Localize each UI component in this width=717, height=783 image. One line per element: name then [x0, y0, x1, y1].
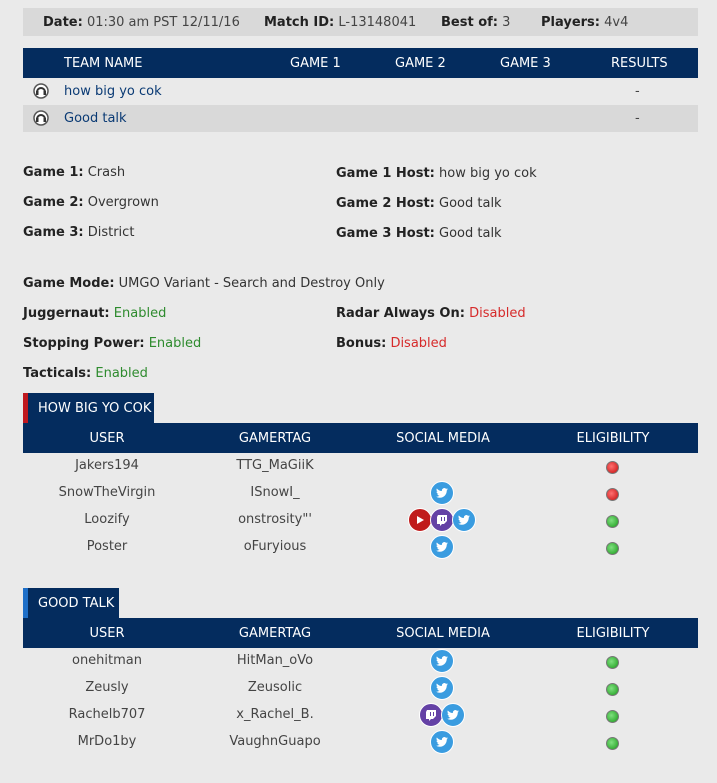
- player-social-links: [419, 703, 465, 727]
- player-row: SnowTheVirgin ISnowI_: [23, 480, 698, 507]
- player-social-links: [430, 535, 454, 559]
- game-1-host: Game 1 Host: how big yo cok: [336, 166, 537, 181]
- twitter-icon[interactable]: [430, 730, 454, 754]
- eligible-green-icon: [606, 683, 619, 696]
- eligible-green-icon: [606, 710, 619, 723]
- team-row: Good talk -: [23, 105, 698, 132]
- team2-tab[interactable]: GOOD TALK: [23, 588, 119, 618]
- player-gamertag: HitMan_oVo: [236, 653, 314, 668]
- player-gamertag: ISnowI_: [250, 485, 300, 500]
- player-gamertag: oFuryious: [243, 539, 307, 554]
- player-social-links: [430, 649, 454, 673]
- col-user: USER: [89, 431, 125, 446]
- match-players: Players: 4v4: [541, 15, 629, 30]
- game-3-host: Game 3 Host: Good talk: [336, 226, 502, 241]
- eligible-green-icon: [606, 542, 619, 555]
- player-user[interactable]: onehitman: [72, 653, 142, 668]
- col-user: USER: [89, 626, 125, 641]
- twitch-icon[interactable]: [430, 508, 454, 532]
- team1-title: HOW BIG YO COK: [38, 401, 152, 416]
- player-row: Rachelb707 x_Rachel_B.: [23, 702, 698, 729]
- player-row: onehitman HitMan_oVo: [23, 648, 698, 675]
- team2-tab-accent: [23, 588, 28, 618]
- team2-title: GOOD TALK: [38, 596, 115, 611]
- player-social-links: [430, 730, 454, 754]
- team1-roster-header: USER GAMERTAG SOCIAL MEDIA ELIGIBILITY: [23, 423, 698, 453]
- team-logo-icon: [33, 83, 49, 99]
- col-results: RESULTS: [611, 56, 668, 71]
- col-team-name: TEAM NAME: [64, 56, 143, 71]
- eligible-green-icon: [606, 515, 619, 528]
- col-game-3: GAME 3: [500, 56, 551, 71]
- player-row: Jakers194 TTG_MaGiiK: [23, 453, 698, 480]
- col-social-media: SOCIAL MEDIA: [396, 626, 490, 641]
- game-mode: Game Mode: UMGO Variant - Search and Des…: [23, 276, 385, 291]
- ineligible-red-icon: [606, 461, 619, 474]
- team-result: -: [635, 111, 640, 126]
- youtube-icon[interactable]: [408, 508, 432, 532]
- player-user[interactable]: Loozify: [84, 512, 129, 527]
- twitter-icon[interactable]: [430, 649, 454, 673]
- col-gamertag: GAMERTAG: [238, 626, 312, 641]
- twitter-icon[interactable]: [452, 508, 476, 532]
- col-gamertag: GAMERTAG: [238, 431, 312, 446]
- tacticals-setting: Tacticals: Enabled: [23, 366, 148, 381]
- team-row: how big yo cok -: [23, 78, 698, 105]
- twitter-icon[interactable]: [430, 481, 454, 505]
- player-gamertag: onstrosity"': [238, 512, 312, 527]
- match-best-of: Best of: 3: [441, 15, 511, 30]
- bonus-setting: Bonus: Disabled: [336, 336, 447, 351]
- team1-tab-accent: [23, 393, 28, 423]
- player-social-links: [430, 676, 454, 700]
- game-1-map: Game 1: Crash: [23, 165, 126, 180]
- juggernaut-setting: Juggernaut: Enabled: [23, 306, 167, 321]
- player-gamertag: x_Rachel_B.: [236, 707, 314, 722]
- player-gamertag: TTG_MaGiiK: [236, 458, 314, 473]
- game-3-map: Game 3: District: [23, 225, 135, 240]
- team2-roster-header: USER GAMERTAG SOCIAL MEDIA ELIGIBILITY: [23, 618, 698, 648]
- col-social-media: SOCIAL MEDIA: [396, 431, 490, 446]
- team1-tab[interactable]: HOW BIG YO COK: [23, 393, 154, 423]
- game-2-host: Game 2 Host: Good talk: [336, 196, 502, 211]
- player-row: MrDo1by VaughnGuapo: [23, 729, 698, 756]
- player-row: Poster oFuryious: [23, 534, 698, 561]
- twitch-icon[interactable]: [419, 703, 443, 727]
- player-user[interactable]: SnowTheVirgin: [59, 485, 156, 500]
- match-id: Match ID: L-13148041: [264, 15, 417, 30]
- team-result: -: [635, 84, 640, 99]
- player-social-links: [430, 481, 454, 505]
- player-gamertag: Zeusolic: [247, 680, 303, 695]
- player-row: Loozify onstrosity"': [23, 507, 698, 534]
- col-eligibility: ELIGIBILITY: [576, 626, 650, 641]
- col-eligibility: ELIGIBILITY: [576, 431, 650, 446]
- stopping-power-setting: Stopping Power: Enabled: [23, 336, 202, 351]
- player-user[interactable]: Poster: [87, 539, 128, 554]
- team-logo-icon: [33, 110, 49, 126]
- twitter-icon[interactable]: [430, 676, 454, 700]
- eligible-green-icon: [606, 737, 619, 750]
- team-name-link[interactable]: Good talk: [64, 111, 127, 126]
- player-gamertag: VaughnGuapo: [229, 734, 321, 749]
- player-row: Zeusly Zeusolic: [23, 675, 698, 702]
- col-game-1: GAME 1: [290, 56, 341, 71]
- twitter-icon[interactable]: [430, 535, 454, 559]
- ineligible-red-icon: [606, 488, 619, 501]
- match-info-bar: Date: 01:30 am PST 12/11/16 Match ID: L-…: [23, 8, 698, 36]
- eligible-green-icon: [606, 656, 619, 669]
- player-user[interactable]: MrDo1by: [78, 734, 137, 749]
- twitter-icon[interactable]: [441, 703, 465, 727]
- player-social-links: [408, 508, 476, 532]
- player-user[interactable]: Rachelb707: [69, 707, 146, 722]
- teams-table-header: TEAM NAME GAME 1 GAME 2 GAME 3 RESULTS: [23, 48, 698, 78]
- game-2-map: Game 2: Overgrown: [23, 195, 159, 210]
- radar-setting: Radar Always On: Disabled: [336, 306, 526, 321]
- match-date: Date: 01:30 am PST 12/11/16: [43, 15, 240, 30]
- player-user[interactable]: Jakers194: [75, 458, 139, 473]
- team-name-link[interactable]: how big yo cok: [64, 84, 162, 99]
- player-user[interactable]: Zeusly: [85, 680, 128, 695]
- col-game-2: GAME 2: [395, 56, 446, 71]
